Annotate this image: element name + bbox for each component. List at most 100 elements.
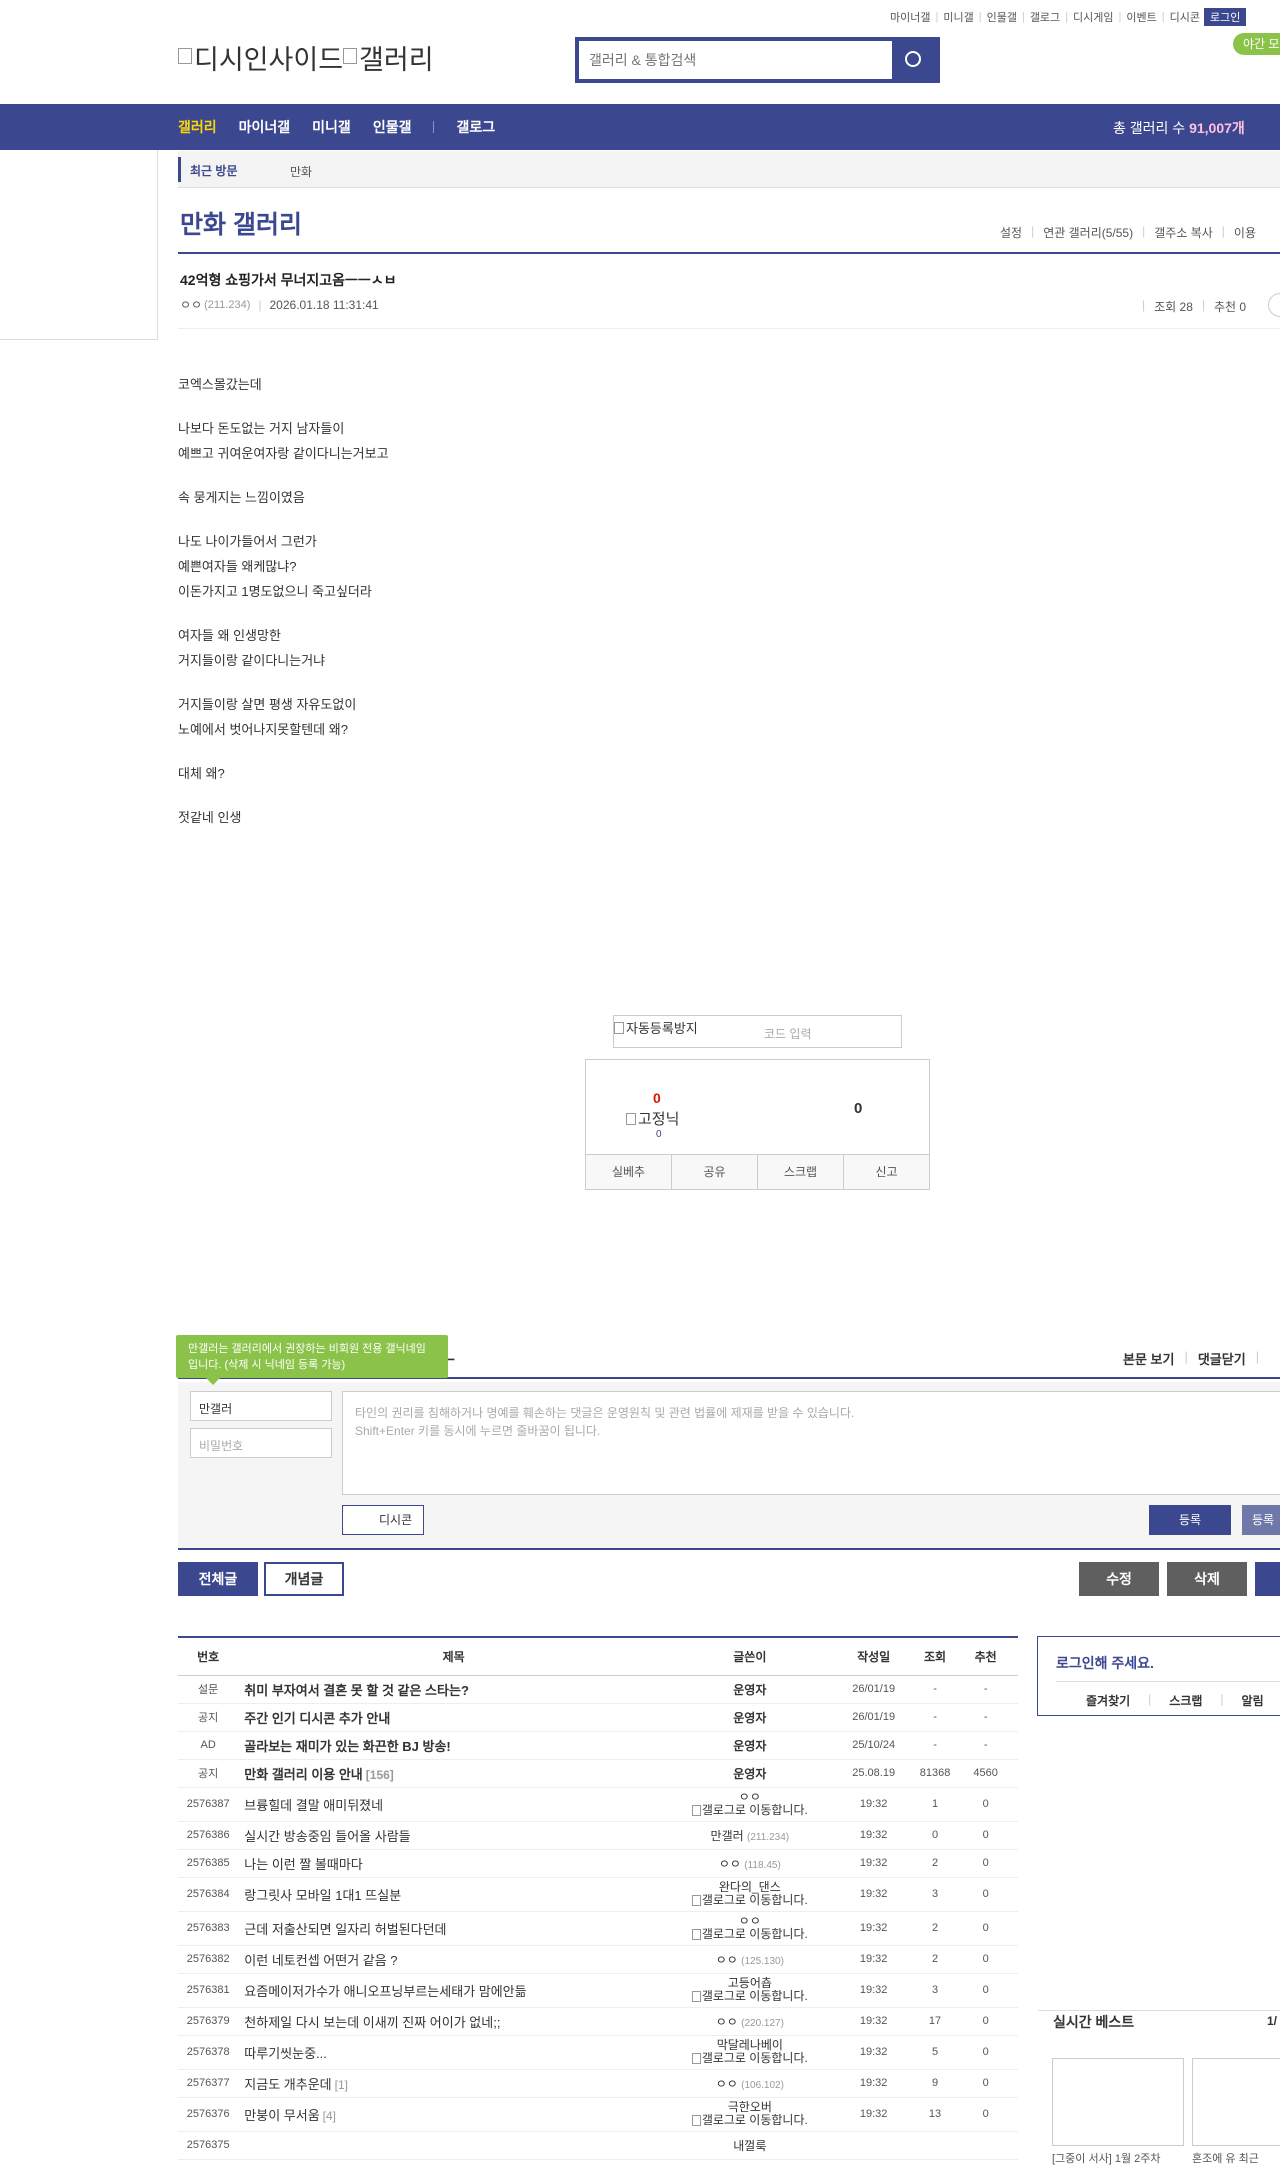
- writer-nick[interactable]: 내껄룩: [733, 2139, 766, 2153]
- row-title-text[interactable]: 만화 갤러리 이용 안내: [244, 1767, 362, 1782]
- search-input[interactable]: [579, 41, 869, 79]
- row-title[interactable]: [238, 2131, 670, 2160]
- top-link-gallog[interactable]: 갤로그: [1030, 9, 1060, 25]
- edit-button[interactable]: 수정: [1079, 1562, 1159, 1596]
- row-title-text[interactable]: 근데 저출산되면 일자리 허벌된다던데: [244, 1922, 446, 1937]
- tab-all-posts[interactable]: 전체글: [178, 1562, 258, 1596]
- gallog-link[interactable]: 갤로그로 이동합니다.: [669, 1928, 831, 1941]
- search-button[interactable]: [892, 41, 936, 79]
- writer-nick[interactable]: ㅇㅇ: [716, 1953, 738, 1967]
- alarm-link[interactable]: 알림: [1242, 1692, 1264, 1709]
- row-writer[interactable]: 운영자: [669, 1731, 831, 1760]
- report-button[interactable]: 신고: [844, 1155, 929, 1189]
- row-title[interactable]: 주간 인기 디시콘 추가 안내: [238, 1703, 670, 1732]
- row-title[interactable]: 만화 갤러리 이용 안내 [156]: [238, 1759, 670, 1788]
- row-writer[interactable]: 완다의_댄스 갤로그로 이동합니다.: [669, 1877, 831, 1912]
- comment-name-field[interactable]: 만갤러: [190, 1391, 332, 1421]
- table-row[interactable]: 2576376 만붕이 무서움 [4] 극한오버 갤로그로 이동합니다. 19:32 13 0: [178, 2097, 1018, 2132]
- row-title-text[interactable]: 요즘메이저가수가 애니오프닝부르는세태가 맘에안듦: [244, 1984, 526, 1999]
- row-writer[interactable]: ㅇㅇ 갤로그로 이동합니다.: [669, 1787, 831, 1822]
- post-author[interactable]: ㅇㅇ: [180, 296, 202, 313]
- row-title[interactable]: 브륭힐데 결말 애미뒤졌네: [238, 1787, 670, 1822]
- table-row[interactable]: 2576381 요즘메이저가수가 애니오프닝부르는세태가 맘에안듦 고등어춉 갤로그로…: [178, 1973, 1018, 2008]
- row-title[interactable]: 요즘메이저가수가 애니오프닝부르는세태가 맘에안듦: [238, 1973, 670, 2008]
- row-writer[interactable]: ㅇㅇ 갤로그로 이동합니다.: [669, 1911, 831, 1946]
- row-title[interactable]: 지금도 개추운데 [1]: [238, 2069, 670, 2098]
- top-link-dccon[interactable]: 디시콘: [1170, 9, 1200, 25]
- related-gallery-link[interactable]: 연관 갤러리(5/55): [1043, 224, 1133, 241]
- row-title[interactable]: 근데 저출산되면 일자리 허벌된다던데: [238, 1911, 670, 1946]
- table-row[interactable]: 2576384 랑그릿사 모바일 1대1 뜨실분 완다의_댄스 갤로그로 이동합니다.…: [178, 1877, 1018, 1912]
- table-row[interactable]: 2576379 천하제일 다시 보는데 이새끼 진짜 어이가 없네;; ㅇㅇ (22…: [178, 2007, 1018, 2036]
- nav-mini[interactable]: 미니갤: [312, 117, 351, 137]
- dccon-button[interactable]: 디시콘: [342, 1505, 424, 1535]
- fixed-nick-recommend[interactable]: 고정닉: [626, 1108, 679, 1129]
- row-title-text[interactable]: 브륭힐데 결말 애미뒤졌네: [244, 1798, 383, 1813]
- comment-textarea[interactable]: 타인의 권리를 침해하거나 명예를 훼손하는 댓글은 운영원칙 및 관련 법률에…: [342, 1391, 1280, 1495]
- row-writer[interactable]: ㅇㅇ (220.127): [669, 2007, 831, 2036]
- table-row[interactable]: 2576385 나는 이런 짤 볼때마다 ㅇㅇ (118.45) 19:32 2 0: [178, 1849, 1018, 1878]
- real-best-button[interactable]: 실베추: [586, 1155, 672, 1189]
- scrap-link[interactable]: 스크랩: [1169, 1692, 1202, 1709]
- row-title-text[interactable]: 지금도 개추운데: [244, 2077, 331, 2092]
- top-link-event[interactable]: 이벤트: [1126, 9, 1156, 25]
- row-writer[interactable]: 극한오버 갤로그로 이동합니다.: [669, 2097, 831, 2132]
- table-row[interactable]: 2576387 브륭힐데 결말 애미뒤졌네 ㅇㅇ 갤로그로 이동합니다. 19:32 1 0: [178, 1787, 1018, 1822]
- row-title[interactable]: 천하제일 다시 보는데 이새끼 진짜 어이가 없네;;: [238, 2007, 670, 2036]
- best-thumbnail[interactable]: [1192, 2058, 1280, 2146]
- row-title-text[interactable]: 나는 이런 짤 볼때마다: [244, 1857, 362, 1872]
- row-writer[interactable]: ㅇㅇ (118.45): [669, 1849, 831, 1878]
- usage-link[interactable]: 이용: [1234, 224, 1256, 241]
- reply-count[interactable]: [4]: [323, 2109, 336, 2123]
- favorites-link[interactable]: 즐겨찾기: [1086, 1692, 1130, 1709]
- gallog-link[interactable]: 갤로그로 이동합니다.: [669, 1804, 831, 1817]
- row-title[interactable]: 이런 네토컨셉 어떤거 같음 ?: [238, 1945, 670, 1974]
- row-title-text[interactable]: 만붕이 무서움: [244, 2108, 319, 2123]
- share-circle-icon[interactable]: [1268, 293, 1280, 317]
- best-caption[interactable]: 혼조에 유 최근: [1192, 2150, 1259, 2166]
- table-row[interactable]: 2576382 이런 네토컨셉 어떤거 같음 ? ㅇㅇ (125.130) 19:32…: [178, 1945, 1018, 1974]
- nav-person[interactable]: 인물갤: [373, 117, 412, 137]
- login-button[interactable]: 로그인: [1204, 8, 1247, 26]
- nav-gallog[interactable]: 갤로그: [456, 117, 495, 137]
- row-writer[interactable]: ㅇㅇ (106.102): [669, 2069, 831, 2098]
- row-writer[interactable]: 막달레나베이 갤로그로 이동합니다.: [669, 2035, 831, 2070]
- row-writer[interactable]: 만갤러 (211.234): [669, 1821, 831, 1850]
- settings-link[interactable]: 설정: [1000, 224, 1022, 241]
- notice-row[interactable]: 설문 취미 부자여서 결혼 못 할 것 같은 스타는? 운영자 26/01/19- -: [178, 1675, 1018, 1704]
- gallog-link[interactable]: 갤로그로 이동합니다.: [669, 2052, 831, 2065]
- night-mode-toggle[interactable]: 야간 모드: [1233, 33, 1280, 55]
- row-title-text[interactable]: 천하제일 다시 보는데 이새끼 진짜 어이가 없네;;: [244, 2015, 500, 2030]
- tab-concept-posts[interactable]: 개념글: [264, 1562, 344, 1596]
- reply-count[interactable]: [1]: [335, 2078, 348, 2092]
- top-link-minor[interactable]: 마이너갤: [890, 9, 930, 25]
- row-writer[interactable]: 내껄룩: [669, 2131, 831, 2160]
- table-row[interactable]: 2576383 근데 저출산되면 일자리 허벌된다던데 ㅇㅇ 갤로그로 이동합니다. 1…: [178, 1911, 1018, 1946]
- best-thumbnail[interactable]: [1052, 2058, 1184, 2146]
- captcha-input[interactable]: 코드 입력: [764, 1025, 812, 1042]
- row-title-text[interactable]: 이런 네토컨셉 어떤거 같음 ?: [244, 1953, 397, 1968]
- gallery-title[interactable]: 만화 갤러리: [180, 205, 302, 241]
- row-title-text[interactable]: 따루기씻눈중...: [244, 2046, 327, 2061]
- write-button[interactable]: [1255, 1562, 1280, 1596]
- writer-nick[interactable]: ㅇㅇ: [719, 1857, 741, 1871]
- notice-row[interactable]: AD 골라보는 재미가 있는 화끈한 BJ 방송! 운영자 25/10/24- -: [178, 1731, 1018, 1760]
- nav-gallery[interactable]: 갤러리: [178, 117, 217, 137]
- row-title[interactable]: 실시간 방송중임 들어올 사람들: [238, 1821, 670, 1850]
- row-title[interactable]: 만붕이 무서움 [4]: [238, 2097, 670, 2132]
- top-link-game[interactable]: 디시게임: [1073, 9, 1113, 25]
- table-row[interactable]: 2576378 따루기씻눈중... 막달레나베이 갤로그로 이동합니다. 19:32 5 0: [178, 2035, 1018, 2070]
- site-logo[interactable]: 디시인사이드 갤러리: [178, 38, 434, 77]
- top-link-person[interactable]: 인물갤: [987, 9, 1017, 25]
- view-body-link[interactable]: 본문 보기: [1123, 1349, 1174, 1368]
- writer-nick[interactable]: ㅇㅇ: [716, 2015, 738, 2029]
- reply-count[interactable]: [156]: [366, 1768, 394, 1782]
- notice-row[interactable]: 공지 만화 갤러리 이용 안내 [156] 운영자 25.08.19 81368 4560: [178, 1759, 1018, 1788]
- row-title[interactable]: 랑그릿사 모바일 1대1 뜨실분: [238, 1877, 670, 1912]
- gallog-link[interactable]: 갤로그로 이동합니다.: [669, 1894, 831, 1907]
- row-title-text[interactable]: 주간 인기 디시콘 추가 안내: [244, 1711, 390, 1726]
- notice-row[interactable]: 공지 주간 인기 디시콘 추가 안내 운영자 26/01/19- -: [178, 1703, 1018, 1732]
- delete-button[interactable]: 삭제: [1167, 1562, 1247, 1596]
- comment-password-field[interactable]: 비밀번호: [190, 1428, 332, 1458]
- row-writer[interactable]: 운영자: [669, 1703, 831, 1732]
